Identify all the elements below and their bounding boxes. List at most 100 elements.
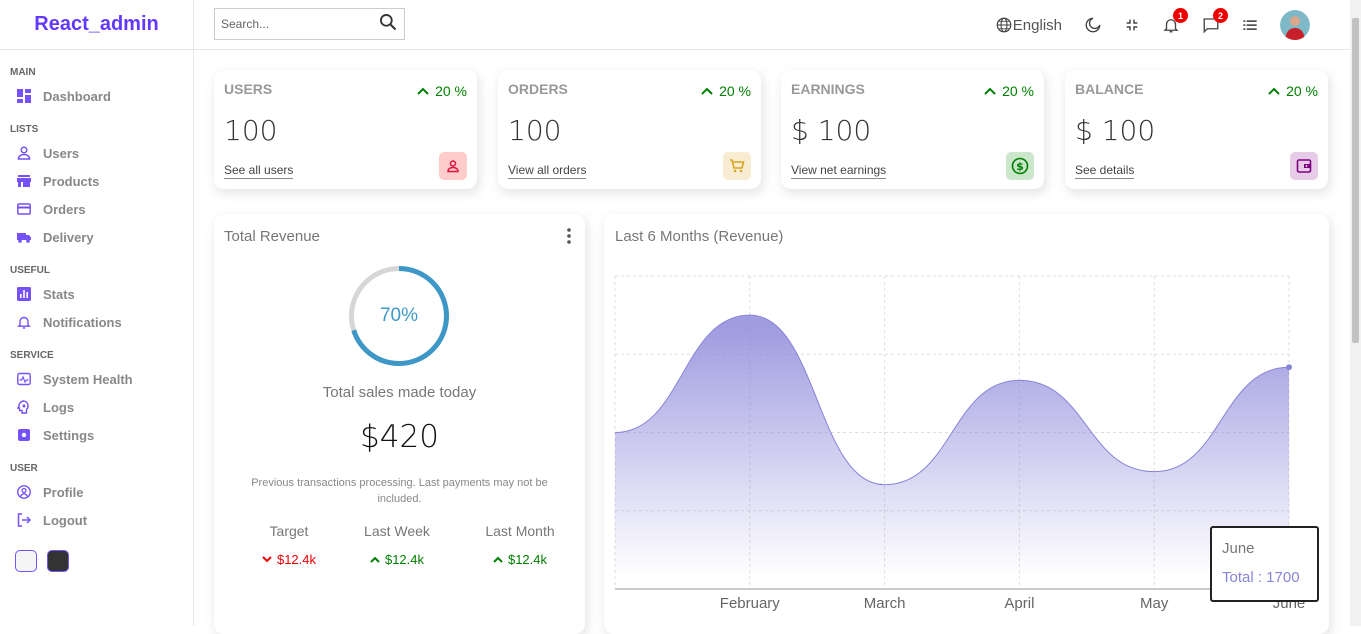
sidebar-item-logs[interactable]: Logs [0, 393, 193, 421]
list-icon [1243, 20, 1257, 30]
navbar: English 1 2 [194, 0, 1350, 50]
light-theme-button[interactable] [15, 550, 37, 572]
summary-item-last-month: Last Month $12.4k [460, 523, 580, 567]
sidebar-item-notifications[interactable]: Notifications [0, 308, 193, 336]
arrow-up-icon [417, 87, 429, 95]
sidebar-item-logout[interactable]: Logout [0, 506, 193, 534]
summary-amount: $12.4k [384, 552, 425, 567]
widget-link[interactable]: View all orders [508, 163, 587, 179]
tooltip-label: June [1222, 540, 1255, 557]
avatar[interactable] [1280, 10, 1310, 40]
sidebar-item-orders[interactable]: Orders [0, 195, 193, 223]
notifications-badge: 1 [1173, 8, 1188, 23]
sidebar-item-label: Logs [43, 399, 75, 415]
language-selector[interactable]: English [995, 16, 1062, 34]
widget-balance: BALANCE 20 % $ 100 See details [1065, 70, 1328, 189]
widget-counter: $ 100 [1075, 114, 1156, 147]
tooltip-value: Total : 1700 [1222, 569, 1300, 586]
page-scrollbar[interactable] [1350, 0, 1361, 626]
featured-amount: $420 [360, 419, 439, 455]
widget-link[interactable]: View net earnings [791, 163, 887, 179]
arrow-up-icon [984, 87, 996, 95]
widget-title: EARNINGS [791, 81, 865, 97]
sidebar-item-users[interactable]: Users [0, 139, 193, 167]
dark-mode-toggle[interactable] [1084, 16, 1102, 34]
sidebar-item-dashboard[interactable]: Dashboard [0, 82, 193, 110]
widget-percentage: 20 % [417, 83, 467, 99]
widget-counter: 100 [508, 114, 562, 147]
sidebar-item-products[interactable]: Products [0, 167, 193, 195]
more-vert-icon[interactable] [567, 228, 571, 249]
x-tick-label: May [1140, 595, 1169, 612]
fullscreen-toggle[interactable] [1124, 17, 1140, 33]
widget-orders: ORDERS 20 % 100 View all orders [498, 70, 761, 189]
summary-value: $12.4k [229, 552, 349, 567]
sidebar-item-label: Delivery [43, 229, 94, 245]
scrollbar-thumb[interactable] [1352, 18, 1359, 343]
theme-options [15, 550, 193, 572]
list-button[interactable] [1242, 17, 1258, 33]
arrow-up-icon [370, 556, 380, 563]
wallet-icon[interactable] [1290, 152, 1318, 180]
sidebar-item-label: Notifications [43, 314, 122, 330]
section-title-user: USER [10, 463, 38, 474]
store-icon [17, 174, 31, 188]
sidebar-item-label: Profile [43, 484, 84, 500]
person-icon[interactable] [439, 152, 467, 180]
section-title-main: MAIN [10, 67, 36, 78]
cart-icon[interactable] [723, 152, 751, 180]
search-icon[interactable] [378, 12, 398, 37]
summary-item-target: Target $12.4k [229, 523, 349, 567]
money-icon[interactable]: $ [1006, 152, 1034, 180]
summary-value: $12.4k [460, 552, 580, 567]
summary-title: Last Week [364, 523, 430, 539]
summary-item-last-week: Last Week $12.4k [337, 523, 457, 567]
widget-counter: $ 100 [791, 114, 872, 147]
widget-percentage: 20 % [984, 83, 1034, 99]
search-input[interactable] [221, 17, 378, 31]
sidebar-item-stats[interactable]: Stats [0, 280, 193, 308]
sidebar-item-label: Dashboard [43, 88, 111, 104]
widget-title: ORDERS [508, 81, 568, 97]
dark-theme-button[interactable] [47, 550, 69, 572]
area-fill [615, 315, 1289, 589]
summary-title: Target [269, 523, 309, 539]
notifications-button[interactable]: 1 [1162, 8, 1188, 34]
sidebar-item-settings[interactable]: Settings [0, 421, 193, 449]
sidebar-item-delivery[interactable]: Delivery [0, 223, 193, 251]
fullscreen-exit-icon [1126, 19, 1138, 31]
featured-subtitle: Total sales made today [322, 384, 477, 401]
progress-label: 70% [379, 305, 419, 326]
widget-link[interactable]: See all users [224, 163, 294, 179]
widget-title: USERS [224, 81, 273, 97]
globe-icon [996, 17, 1012, 33]
language-label: English [1012, 16, 1062, 34]
logo-text[interactable]: React_admin [34, 13, 159, 36]
sidebar-item-system-health[interactable]: System Health [0, 365, 193, 393]
section-title-service: SERVICE [10, 350, 54, 361]
person-icon [17, 146, 31, 160]
sidebar-item-label: Settings [43, 427, 95, 443]
widget-earnings: EARNINGS 20 % $ 100 View net earnings $ [781, 70, 1044, 189]
section-title-lists: LISTS [10, 124, 39, 135]
widget-link[interactable]: See details [1075, 163, 1135, 179]
sidebar: React_admin MAIN Dashboard LISTS Users Produ… [0, 0, 194, 626]
revenue-chart-card: Last 6 Months (Revenue) February March Apr… [604, 214, 1329, 634]
messages-button[interactable]: 2 [1202, 8, 1228, 34]
sidebar-item-label: Orders [43, 201, 86, 217]
sidebar-item-label: Logout [43, 512, 88, 528]
sidebar-item-label: Users [43, 145, 80, 161]
credit-card-icon [17, 202, 31, 216]
widget-percentage-value: 20 % [1286, 83, 1318, 99]
total-revenue-card: Total Revenue 70% Total sales made today… [214, 214, 585, 634]
featured-description: Previous transactions processing. Last p… [251, 477, 548, 505]
x-tick-label: February [720, 595, 781, 612]
bell-icon [17, 315, 31, 329]
logo[interactable]: React_admin [0, 0, 193, 50]
sidebar-nav: MAIN Dashboard LISTS Users Products Orders Del… [0, 67, 193, 534]
sidebar-item-profile[interactable]: Profile [0, 478, 193, 506]
logout-icon [17, 513, 31, 527]
psychology-icon [17, 400, 31, 414]
active-point [1286, 364, 1292, 371]
section-title-useful: USEFUL [10, 265, 50, 276]
